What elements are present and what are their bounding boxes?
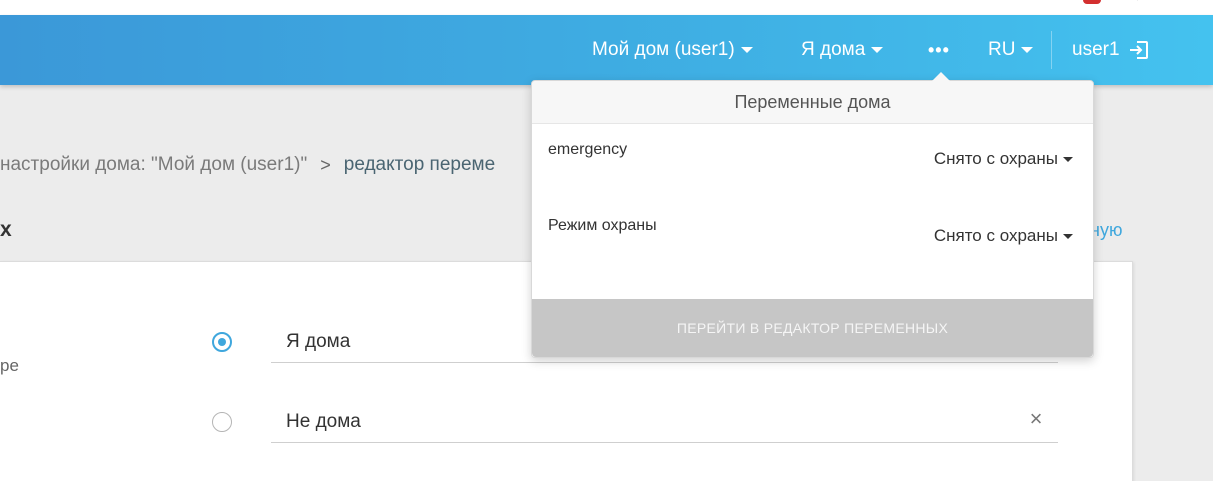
breadcrumb-separator: > — [320, 154, 331, 175]
logout-icon — [1129, 41, 1148, 59]
variable-name: Режим охраны — [548, 217, 657, 234]
top-nav-bar: Мой дом (user1) Я дома ••• RU user1 — [0, 15, 1213, 85]
variable-value-selector[interactable]: Снято с охраны — [934, 149, 1073, 169]
username-label: user1 — [1072, 39, 1120, 60]
caret-down-icon — [740, 47, 753, 53]
user-logout-button[interactable]: user1 — [1072, 15, 1150, 85]
delete-mode-button[interactable]: × — [1025, 408, 1047, 430]
top-strip — [0, 0, 1213, 15]
home-variables-dropdown: Переменные дома emergency Снято с охраны… — [531, 72, 1094, 358]
card-side-text: ре — [0, 356, 19, 375]
language-label: RU — [988, 39, 1016, 60]
caret-down-icon — [1063, 156, 1073, 162]
more-icon: ••• — [928, 39, 950, 60]
mode-radio-away[interactable] — [212, 412, 232, 432]
mode-radio-home[interactable] — [212, 332, 232, 352]
presence-selector-label: Я дома — [801, 39, 866, 60]
caret-down-icon — [1063, 233, 1073, 239]
mode-name-input-away[interactable] — [271, 401, 1058, 443]
variable-value-selector[interactable]: Снято с охраны — [934, 226, 1073, 246]
caret-down-icon — [1021, 47, 1034, 53]
variable-value-label: Снято с охраны — [933, 226, 1058, 245]
breadcrumb: настройки дома: "Мой дом (user1)" > реда… — [0, 154, 495, 176]
go-to-variable-editor-button[interactable]: ПЕРЕЙТИ В РЕДАКТОР ПЕРЕМЕННЫХ — [532, 299, 1093, 357]
dropdown-arrow — [932, 72, 950, 81]
breadcrumb-current: редактор переме — [343, 154, 496, 175]
section-title: х — [0, 218, 12, 241]
caret-down-icon — [871, 47, 884, 53]
notification-badge — [1083, 0, 1101, 4]
home-selector[interactable]: Мой дом (user1) — [592, 15, 753, 85]
breadcrumb-parent-link[interactable]: настройки дома: "Мой дом (user1)" — [0, 154, 307, 176]
add-mode-link[interactable]: ную — [1090, 220, 1122, 241]
nav-divider — [1051, 31, 1052, 69]
presence-selector[interactable]: Я дома — [801, 15, 884, 85]
dropdown-title: Переменные дома — [532, 81, 1093, 124]
home-selector-label: Мой дом (user1) — [592, 39, 735, 60]
language-selector[interactable]: RU — [988, 15, 1034, 85]
variable-name: emergency — [548, 141, 628, 158]
variable-value-label: Снято с охраны — [933, 149, 1058, 168]
